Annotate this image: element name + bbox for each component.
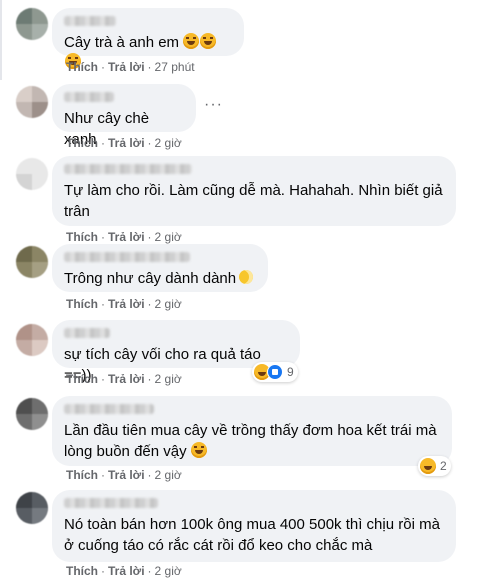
like-link[interactable]: Thích (66, 60, 98, 74)
like-link[interactable]: Thích (66, 136, 98, 150)
comment-bubble: Như cây chè xanh (52, 84, 196, 148)
avatar[interactable] (16, 324, 48, 356)
commenter-name[interactable] (64, 328, 110, 338)
like-link[interactable]: Thích (66, 230, 98, 244)
comment-text: Trông như cây dành dành (64, 270, 237, 287)
avatar[interactable] (16, 398, 48, 430)
timestamp[interactable]: 2 giờ (155, 297, 182, 311)
commenter-name[interactable] (64, 164, 192, 174)
timestamp[interactable]: 2 giờ (155, 230, 182, 244)
reaction-count: 2 (440, 459, 447, 473)
reply-link[interactable]: Trả lời (108, 136, 145, 150)
like-link[interactable]: Thích (66, 468, 98, 482)
comment-text: Nó toàn bán hơn 100k ông mua 400 500k th… (64, 516, 440, 554)
avatar[interactable] (16, 246, 48, 278)
comment-bubble: Lần đầu tiên mua cây về trồng thấy đơm h… (52, 396, 452, 466)
reply-link[interactable]: Trả lời (108, 297, 145, 311)
reply-link[interactable]: Trả lời (108, 372, 145, 386)
commenter-name[interactable] (64, 16, 116, 26)
comment-actions: Thích · Trả lời · 2 giờ (66, 136, 182, 150)
comment-text: Lần đầu tiên mua cây về trồng thấy đơm h… (64, 422, 437, 460)
reply-link[interactable]: Trả lời (108, 230, 145, 244)
comment-actions: Thích · Trả lời · 2 giờ (66, 564, 182, 578)
commenter-name[interactable] (64, 498, 158, 508)
comment-actions: Thích · Trả lời · 2 giờ (66, 230, 182, 244)
comment-actions: Thích · Trả lời · 2 giờ (66, 468, 182, 482)
comment-text: Cây trà à anh em (64, 34, 180, 51)
avatar[interactable] (16, 8, 48, 40)
like-icon (267, 364, 283, 380)
comment-bubble: Nó toàn bán hơn 100k ông mua 400 500k th… (52, 490, 456, 562)
like-link[interactable]: Thích (66, 297, 98, 311)
timestamp[interactable]: 2 giờ (155, 564, 182, 578)
more-options-icon[interactable]: ··· (204, 96, 223, 114)
avatar[interactable] (16, 492, 48, 524)
timestamp[interactable]: 2 giờ (155, 468, 182, 482)
like-link[interactable]: Thích (66, 564, 98, 578)
reaction-summary[interactable]: 9 (252, 362, 298, 382)
reply-link[interactable]: Trả lời (108, 564, 145, 578)
reaction-count: 9 (287, 365, 294, 379)
haha-icon (420, 458, 436, 474)
commenter-name[interactable] (64, 252, 190, 262)
moon-face-emoji (239, 270, 254, 284)
comment-actions: Thích · Trả lời · 2 giờ (66, 372, 182, 386)
reply-link[interactable]: Trả lời (108, 468, 145, 482)
timestamp[interactable]: 2 giờ (155, 372, 182, 386)
avatar[interactable] (16, 86, 48, 118)
comment-bubble: Tự làm cho rồi. Làm cũng dễ mà. Hahahah.… (52, 156, 456, 226)
rolling-laughing-emoji (200, 33, 217, 49)
reply-link[interactable]: Trả lời (108, 60, 145, 74)
comment-bubble: sự tích cây vối cho ra quả táo ==)) (52, 320, 300, 384)
rolling-laughing-emoji (190, 442, 207, 458)
comment-bubble: Cây trà à anh em (52, 8, 244, 69)
like-link[interactable]: Thích (66, 372, 98, 386)
comment-bubble: Trông như cây dành dành (52, 244, 268, 292)
reaction-summary[interactable]: 2 (418, 456, 451, 476)
comment-text: Tự làm cho rồi. Làm cũng dễ mà. Hahahah.… (64, 182, 443, 220)
timestamp[interactable]: 27 phút (155, 60, 195, 74)
comment-actions: Thích · Trả lời · 2 giờ (66, 297, 182, 311)
thread-line (0, 0, 2, 80)
commenter-name[interactable] (64, 404, 154, 414)
timestamp[interactable]: 2 giờ (155, 136, 182, 150)
rolling-laughing-emoji (183, 33, 200, 49)
comment-actions: Thích · Trả lời · 27 phút (66, 60, 195, 74)
commenter-name[interactable] (64, 92, 114, 102)
avatar[interactable] (16, 158, 48, 190)
